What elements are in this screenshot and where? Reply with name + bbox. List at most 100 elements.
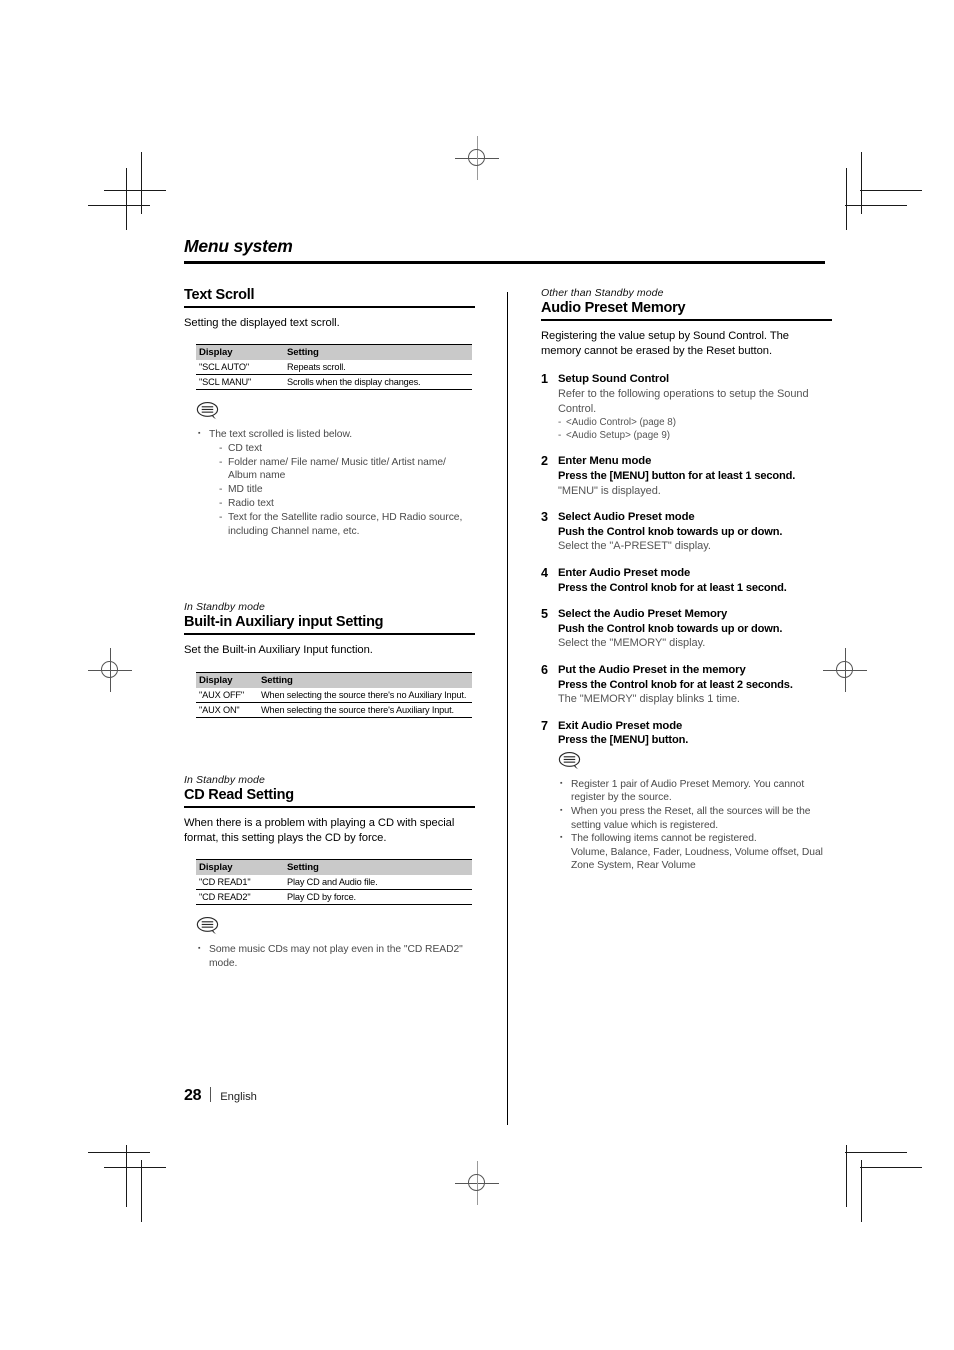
step-item: 5 Select the Audio Preset Memory Push th… <box>541 607 832 651</box>
step-title: Exit Audio Preset mode <box>558 719 683 732</box>
table-row: "AUX OFF" When selecting the source ther… <box>196 687 472 703</box>
step-detail: Select the "MEMORY" display. <box>558 637 706 650</box>
column-header-setting: Setting <box>284 859 472 875</box>
section-heading-audio-preset-memory: Audio Preset Memory <box>541 300 832 321</box>
running-head-rule <box>184 261 825 264</box>
column-header-setting: Setting <box>284 344 472 361</box>
page-number: 28 <box>184 1087 202 1104</box>
note-item: Register 1 pair of Audio Preset Memory. … <box>558 777 832 805</box>
note-list: Register 1 pair of Audio Preset Memory. … <box>558 777 832 873</box>
section-heading-aux: Built-in Auxiliary input Setting <box>184 614 475 636</box>
cell-display: "SCL AUTO" <box>196 360 284 376</box>
note-subitem: Text for the Satellite radio source, HD … <box>219 511 475 539</box>
table-header-row: Display Setting <box>196 671 472 688</box>
column-divider <box>507 292 508 1125</box>
step-item: 2 Enter Menu mode Press the [MENU] butto… <box>541 454 832 498</box>
table-aux: Display Setting "AUX OFF" When selecting… <box>196 671 472 718</box>
note-subitem: CD text <box>219 442 475 456</box>
section-text-scroll: Text Scroll Setting the displayed text s… <box>184 287 475 538</box>
note-item: When you press the Reset, all the source… <box>558 804 832 832</box>
section-lead-text-scroll: Setting the displayed text scroll. <box>184 317 340 329</box>
section-lead-audio-preset: Registering the value setup by Sound Con… <box>541 330 789 358</box>
cell-setting: Play CD and Audio file. <box>284 874 472 890</box>
note-block-text-scroll: The text scrolled is listed below. CD te… <box>196 401 475 538</box>
step-title: Put the Audio Preset in the memory <box>558 663 746 676</box>
step-number: 5 <box>541 607 549 622</box>
step-action: Push the Control knob towards up or down… <box>558 622 783 635</box>
column-gutter <box>475 287 541 1125</box>
cell-display: "CD READ1" <box>196 874 284 890</box>
note-block-audio-preset: Register 1 pair of Audio Preset Memory. … <box>558 751 832 873</box>
note-list: Some music CDs may not play even in the … <box>196 942 475 970</box>
note-block-cd-read: Some music CDs may not play even in the … <box>196 916 475 970</box>
note-subitem: MD title <box>219 483 475 497</box>
step-reference[interactable]: <Audio Setup> (page 9) <box>558 430 832 443</box>
column-header-display: Display <box>196 671 258 688</box>
page-footer: 28 English <box>184 1085 257 1105</box>
step-detail: Select the "A-PRESET" display. <box>558 540 711 553</box>
table-row: "AUX ON" When selecting the source there… <box>196 702 472 718</box>
section-lead-cd-read: When there is a problem with playing a C… <box>184 816 455 844</box>
table-row: "SCL MANU" Scrolls when the display chan… <box>196 374 472 391</box>
cell-setting: Repeats scroll. <box>284 360 472 376</box>
note-bubble-icon <box>196 402 219 420</box>
table-cd-read: Display Setting "CD READ1" Play CD and A… <box>196 859 472 905</box>
step-list: 1 Setup Sound Control Refer to the follo… <box>541 372 832 747</box>
right-column: Other than Standby mode Audio Preset Mem… <box>541 287 832 970</box>
left-column: Text Scroll Setting the displayed text s… <box>184 287 475 970</box>
step-title: Enter Menu mode <box>558 455 652 468</box>
step-number: 7 <box>541 718 549 733</box>
registration-mark-left <box>88 648 132 692</box>
step-item: 6 Put the Audio Preset in the memory Pre… <box>541 663 832 707</box>
step-item: 7 Exit Audio Preset mode Press the [MENU… <box>541 719 832 748</box>
registration-mark-top <box>455 136 499 180</box>
step-action: Press the Control knob for at least 1 se… <box>558 581 787 594</box>
step-title: Select the Audio Preset Memory <box>558 608 728 621</box>
cell-setting: Play CD by force. <box>284 889 472 905</box>
step-detail: "MENU" is displayed. <box>558 484 661 497</box>
note-list: The text scrolled is listed below. CD te… <box>196 427 475 539</box>
table-text-scroll: Display Setting "SCL AUTO" Repeats scrol… <box>196 344 472 391</box>
section-cd-read-setting: In Standby mode CD Read Setting When the… <box>184 774 475 971</box>
step-reference-list: <Audio Control> (page 8) <Audio Setup> (… <box>558 417 832 442</box>
step-number: 1 <box>541 372 549 387</box>
table-header-row: Display Setting <box>196 859 472 875</box>
column-header-display: Display <box>196 859 284 875</box>
table-row: "CD READ2" Play CD by force. <box>196 889 472 905</box>
step-item: 3 Select Audio Preset mode Push the Cont… <box>541 510 832 554</box>
step-number: 6 <box>541 662 549 677</box>
section-eyebrow-aux: In Standby mode <box>184 601 265 614</box>
step-action: Press the Control knob for at least 2 se… <box>558 678 793 691</box>
step-number: 4 <box>541 565 549 580</box>
note-subitem: Radio text <box>219 497 475 511</box>
note-item: The text scrolled is listed below. CD te… <box>196 427 475 539</box>
section-lead-aux: Set the Built-in Auxiliary Input functio… <box>184 644 373 657</box>
note-bubble-icon <box>558 751 581 770</box>
note-item: The following items cannot be registered… <box>558 831 832 846</box>
table-header-row: Display Setting <box>196 344 472 361</box>
table-row: "CD READ1" Play CD and Audio file. <box>196 874 472 890</box>
cell-display: "CD READ2" <box>196 889 284 905</box>
section-eyebrow-audio-preset: Other than Standby mode <box>541 287 664 299</box>
two-column-body: Text Scroll Setting the displayed text s… <box>184 287 832 1125</box>
step-title: Enter Audio Preset mode <box>558 566 691 579</box>
note-bubble-icon <box>196 916 219 935</box>
note-item: Some music CDs may not play even in the … <box>196 942 475 970</box>
note-item-text: The text scrolled is listed below. <box>209 429 353 441</box>
step-number: 2 <box>541 454 549 469</box>
footer-language: English <box>220 1091 257 1103</box>
cell-display: "SCL MANU" <box>196 374 284 391</box>
cell-display: "AUX ON" <box>196 702 258 718</box>
cell-display: "AUX OFF" <box>196 687 258 703</box>
note-item-continuation: Volume, Balance, Fader, Loudness, Volume… <box>571 846 823 872</box>
section-built-in-auxiliary-input-setting: In Standby mode Built-in Auxiliary input… <box>184 601 475 718</box>
column-header-display: Display <box>196 344 284 361</box>
step-reference[interactable]: <Audio Control> (page 8) <box>558 417 832 430</box>
table-row: "SCL AUTO" Repeats scroll. <box>196 360 472 376</box>
column-header-setting: Setting <box>258 671 472 688</box>
cell-setting: When selecting the source there's Auxili… <box>258 702 472 718</box>
step-action: Push the Control knob towards up or down… <box>558 525 783 538</box>
note-sublist: CD text Folder name/ File name/ Music ti… <box>209 442 475 539</box>
running-head: Menu system <box>184 236 293 256</box>
footer-divider <box>210 1087 212 1102</box>
